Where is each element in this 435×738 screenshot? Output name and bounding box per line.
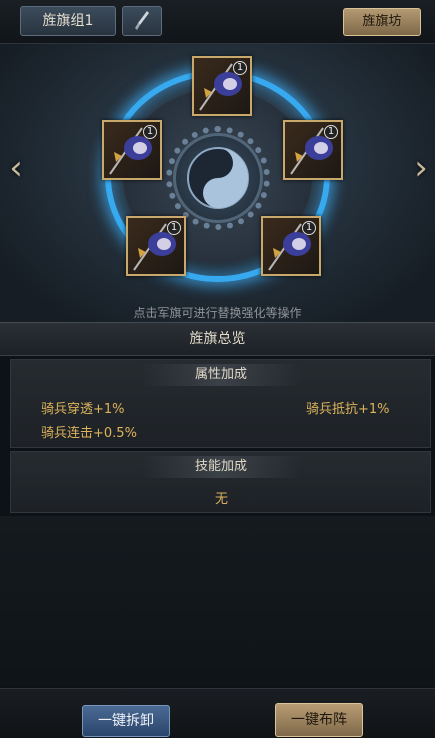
flag-count-badge: 1 [233, 61, 247, 75]
flag-formation-area: 旌旗组1 旌旗坊 ‹ › 1 1 1 1 1 点击军旗可进行替换强化等操作 [0, 0, 435, 322]
one-click-dismount-button[interactable]: 一键拆卸 [82, 705, 170, 737]
one-click-deploy-button[interactable]: 一键布阵 [275, 703, 363, 737]
next-group-arrow[interactable]: › [409, 150, 433, 186]
stat-cavalry-resistance: 骑兵抵抗+1% [306, 402, 390, 417]
flag-count-badge: 1 [143, 125, 157, 139]
brush-icon [135, 11, 149, 30]
taichi-emblem [173, 133, 263, 223]
flag-slot-top[interactable]: 1 [192, 56, 252, 116]
flag-slot-left[interactable]: 1 [102, 120, 162, 180]
flag-count-badge: 1 [167, 221, 181, 235]
skill-bonus-panel: 技能加成 无 [10, 451, 431, 513]
content-empty-area [0, 516, 435, 686]
skill-bonus-title: 技能加成 [141, 456, 301, 478]
flag-workshop-button[interactable]: 旌旗坊 [343, 8, 421, 36]
flag-slot-bottom-right[interactable]: 1 [261, 216, 321, 276]
yin-yang-icon [187, 147, 249, 209]
prev-group-arrow[interactable]: ‹ [4, 150, 28, 186]
rename-button[interactable] [122, 6, 162, 36]
flag-slot-right[interactable]: 1 [283, 120, 343, 180]
attribute-bonus-panel: 属性加成 骑兵穿透+1% 骑兵抵抗+1% 骑兵连击+0.5% [10, 359, 431, 448]
skill-bonus-value: 无 [214, 492, 228, 507]
overview-title: 旌旗总览 [0, 322, 435, 356]
stat-cavalry-combo: 骑兵连击+0.5% [41, 426, 137, 441]
operation-hint: 点击军旗可进行替换强化等操作 [133, 306, 302, 320]
flag-group-tab[interactable]: 旌旗组1 [20, 6, 116, 36]
flag-slot-bottom-left[interactable]: 1 [126, 216, 186, 276]
bottom-action-bar: 一键拆卸 一键布阵 [0, 688, 435, 738]
attribute-bonus-title: 属性加成 [141, 364, 301, 386]
top-bar: 旌旗组1 旌旗坊 [0, 0, 435, 44]
stat-cavalry-penetration: 骑兵穿透+1% [41, 402, 125, 417]
flag-count-badge: 1 [324, 125, 338, 139]
flag-count-badge: 1 [302, 221, 316, 235]
